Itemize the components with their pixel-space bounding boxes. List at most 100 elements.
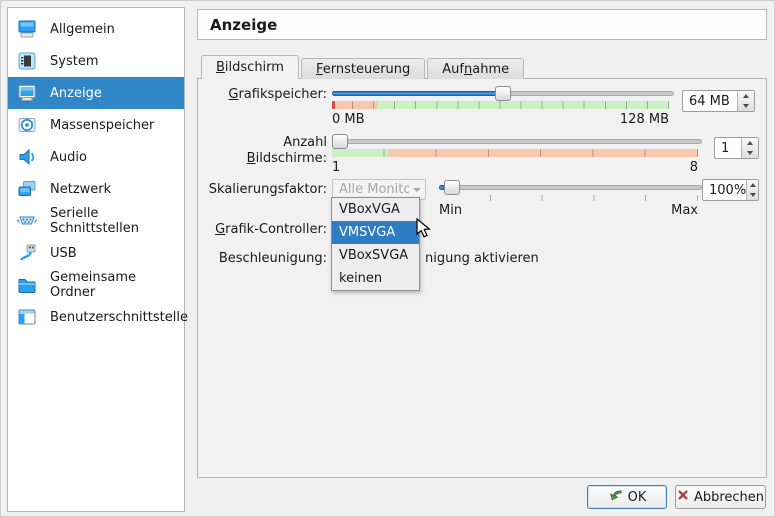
cancel-button-label: Abbrechen	[694, 490, 764, 505]
scale-factor-ticks	[439, 195, 698, 201]
slider-handle[interactable]	[332, 134, 348, 149]
sidebar-item-benutzerschnittstelle[interactable]: Benutzerschnittstelle	[8, 301, 184, 333]
usb-icon	[15, 241, 39, 265]
tab-bildschirm[interactable]: Bildschirm	[201, 55, 299, 79]
dropdown-item-vboxvga[interactable]: VBoxVGA	[332, 198, 419, 221]
sidebar-item-serielle-schnittstellen[interactable]: Serielle Schnittstellen	[8, 205, 184, 237]
chevron-down-icon	[409, 188, 425, 192]
display-icon	[15, 81, 39, 105]
settings-dialog: Allgemein System Anzeige Massenspeicher	[0, 0, 775, 517]
cancel-icon	[677, 489, 689, 505]
ok-button[interactable]: OK	[587, 485, 667, 509]
tab-label: Bildschirm	[216, 60, 284, 75]
monitor-count-value: 1	[715, 138, 741, 158]
sidebar-item-label: Gemeinsame Ordner	[50, 270, 184, 300]
arrow-down-icon	[747, 151, 753, 155]
cancel-button[interactable]: Abbrechen	[675, 485, 766, 509]
dropdown-item-keinen[interactable]: keinen	[332, 267, 419, 290]
mouse-cursor-icon	[416, 218, 431, 243]
dropdown-item-label: VBoxVGA	[339, 202, 400, 217]
general-icon	[15, 17, 39, 41]
monitor-count-label: Anzahl Bildschirme:	[200, 135, 327, 167]
sidebar-item-label: Massenspeicher	[50, 118, 154, 133]
arrow-down-icon	[750, 193, 756, 197]
scale-factor-spinbox[interactable]: 100%	[702, 179, 759, 201]
sidebar-item-label: System	[50, 54, 98, 69]
sidebar-item-usb[interactable]: USB	[8, 237, 184, 269]
sidebar-item-anzeige[interactable]: Anzeige	[8, 77, 184, 109]
spin-down-button[interactable]	[747, 190, 758, 200]
acceleration-label: Beschleunigung:	[200, 251, 327, 267]
slider-fill	[332, 91, 503, 96]
system-icon	[15, 49, 39, 73]
tab-fernsteuerung[interactable]: Fernsteuerung	[301, 58, 425, 79]
arrow-up-icon	[750, 183, 756, 187]
sidebar-item-label: Serielle Schnittstellen	[50, 206, 184, 236]
graphics-controller-dropdown: VBoxVGA VMSVGA VBoxSVGA keinen	[331, 197, 420, 291]
sidebar-item-massenspeicher[interactable]: Massenspeicher	[8, 109, 184, 141]
spin-buttons	[746, 180, 758, 200]
sidebar-item-allgemein[interactable]: Allgemein	[8, 13, 184, 45]
video-memory-slider[interactable]	[332, 86, 674, 101]
video-memory-range-gauge	[332, 101, 669, 109]
tab-label: Aufnahme	[442, 62, 509, 77]
monitor-count-slider[interactable]	[332, 134, 702, 149]
page-header: Anzeige	[197, 9, 767, 40]
acceleration-checkbox-label[interactable]: nigung aktivieren	[425, 251, 539, 266]
spin-up-button[interactable]	[738, 91, 754, 101]
slider-track	[332, 139, 702, 144]
scale-factor-slider[interactable]	[439, 180, 702, 195]
tab-bar: Bildschirm Fernsteuerung Aufnahme	[201, 55, 524, 79]
spin-up-button[interactable]	[747, 180, 758, 190]
settings-category-list: Allgemein System Anzeige Massenspeicher	[7, 7, 185, 512]
sidebar-item-netzwerk[interactable]: Netzwerk	[8, 173, 184, 205]
storage-icon	[15, 113, 39, 137]
tab-label: Fernsteuerung	[316, 62, 410, 77]
arrow-up-icon	[743, 94, 749, 98]
scale-factor-value: 100%	[703, 180, 746, 200]
sidebar-item-label: USB	[50, 246, 77, 261]
spin-buttons	[737, 91, 754, 111]
video-memory-max-label: 128 MB	[620, 112, 669, 127]
slider-handle[interactable]	[444, 180, 460, 195]
sidebar-item-audio[interactable]: Audio	[8, 141, 184, 173]
dropdown-item-vmsvga[interactable]: VMSVGA	[332, 221, 419, 244]
dropdown-item-label: VMSVGA	[339, 225, 395, 240]
scale-factor-scale: Min Max	[439, 203, 698, 218]
monitor-count-scale: 1 8	[332, 160, 698, 175]
scale-factor-min-label: Min	[439, 203, 462, 218]
scale-factor-label: Skalierungsfaktor:	[200, 182, 327, 198]
sidebar-item-label: Allgemein	[50, 22, 115, 37]
tab-aufnahme[interactable]: Aufnahme	[427, 58, 524, 79]
spin-buttons	[741, 138, 758, 158]
serial-icon	[15, 209, 39, 233]
screen-tab-panel: Grafikspeicher: 0 MB 128 MB 64 MB Anzahl…	[197, 78, 767, 478]
video-memory-label: Grafikspeicher:	[200, 87, 327, 103]
monitor-count-max-label: 8	[690, 160, 698, 175]
ok-icon	[608, 488, 623, 506]
page-title: Anzeige	[210, 16, 277, 34]
audio-icon	[15, 145, 39, 169]
graphics-controller-label: Grafik-Controller:	[200, 222, 327, 238]
sidebar-item-gemeinsame-ordner[interactable]: Gemeinsame Ordner	[8, 269, 184, 301]
dropdown-item-label: keinen	[339, 271, 382, 286]
monitor-count-range-gauge	[332, 149, 698, 157]
video-memory-spinbox[interactable]: 64 MB	[682, 90, 755, 112]
video-memory-scale: 0 MB 128 MB	[332, 112, 669, 127]
arrow-up-icon	[747, 141, 753, 145]
scale-factor-max-label: Max	[671, 203, 698, 218]
dropdown-item-label: VBoxSVGA	[339, 248, 408, 263]
spin-down-button[interactable]	[738, 101, 754, 111]
dropdown-item-vboxsvga[interactable]: VBoxSVGA	[332, 244, 419, 267]
user-interface-icon	[15, 305, 39, 329]
sidebar-item-system[interactable]: System	[8, 45, 184, 77]
sidebar-item-label: Anzeige	[50, 86, 102, 101]
monitor-count-min-label: 1	[332, 160, 340, 175]
monitor-count-spinbox[interactable]: 1	[714, 137, 759, 159]
sidebar-item-label: Audio	[50, 150, 87, 165]
shared-folders-icon	[15, 273, 39, 297]
spin-up-button[interactable]	[742, 138, 758, 148]
slider-handle[interactable]	[495, 86, 511, 101]
spin-down-button[interactable]	[742, 148, 758, 158]
video-memory-value: 64 MB	[683, 91, 737, 111]
